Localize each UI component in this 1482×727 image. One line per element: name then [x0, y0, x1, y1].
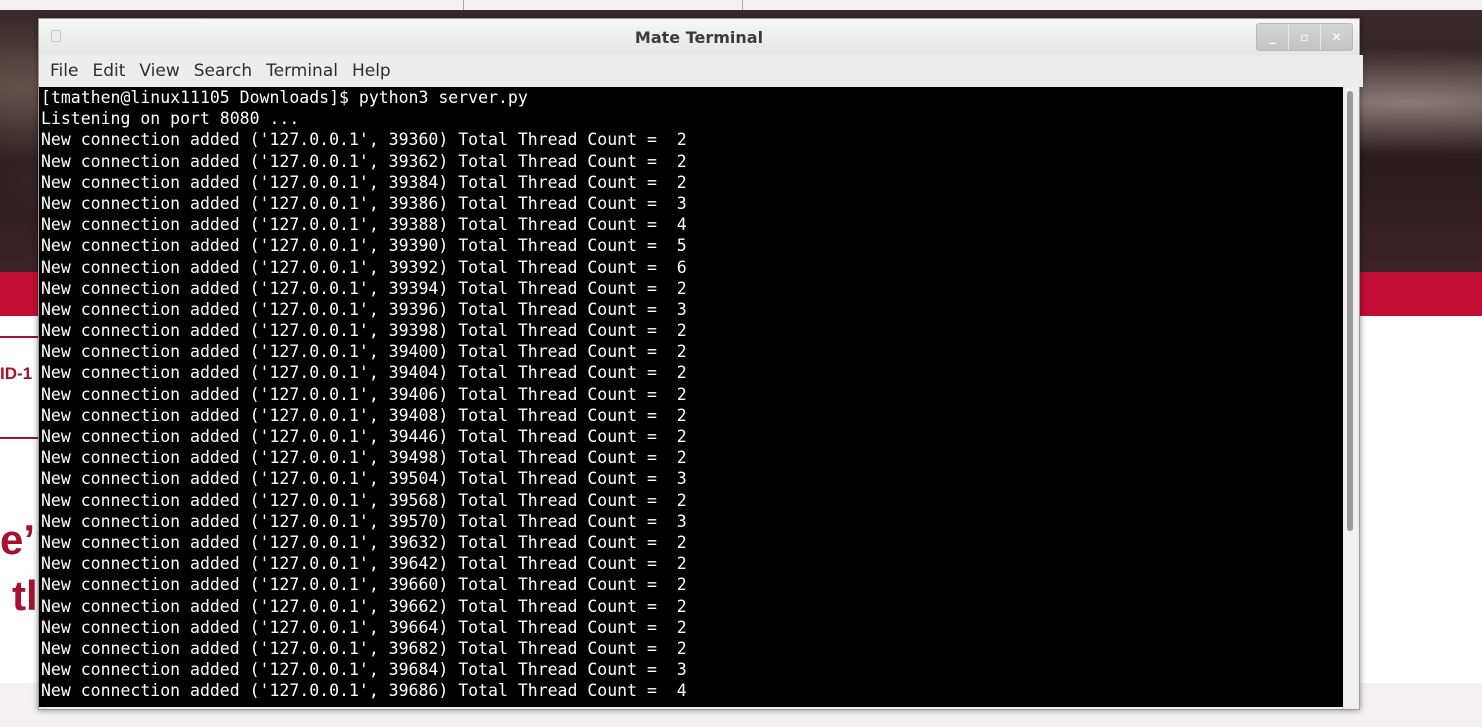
menu-help[interactable]: Help	[345, 55, 398, 87]
terminal-line: New connection added ('127.0.0.1', 39388…	[41, 215, 687, 235]
scrollbar-thumb[interactable]	[1347, 91, 1353, 531]
background-heading-line2: tl	[12, 572, 38, 619]
menu-view[interactable]: View	[132, 55, 186, 87]
terminal-line: New connection added ('127.0.0.1', 39504…	[41, 469, 687, 489]
terminal-line: New connection added ('127.0.0.1', 39386…	[41, 193, 687, 213]
terminal-line: New connection added ('127.0.0.1', 39498…	[41, 448, 687, 468]
close-icon[interactable]: ✕	[1320, 24, 1352, 50]
terminal-line: New connection added ('127.0.0.1', 39392…	[41, 257, 687, 277]
terminal-line: New connection added ('127.0.0.1', 39664…	[41, 617, 687, 637]
menu-search[interactable]: Search	[187, 55, 259, 87]
terminal-line: New connection added ('127.0.0.1', 39568…	[41, 490, 687, 510]
terminal-output: [tmathen@linux11105 Downloads]$ python3 …	[41, 87, 687, 701]
terminal-line: New connection added ('127.0.0.1', 39570…	[41, 511, 687, 531]
terminal-line: New connection added ('127.0.0.1', 39662…	[41, 596, 687, 616]
terminal-line: New connection added ('127.0.0.1', 39384…	[41, 172, 687, 192]
menu-file[interactable]: File	[43, 55, 85, 87]
terminal-output-area[interactable]: [tmathen@linux11105 Downloads]$ python3 …	[39, 87, 1357, 707]
background-divider	[742, 0, 743, 10]
background-top-strip	[0, 0, 1482, 10]
minimize-icon[interactable]: _	[1257, 24, 1288, 50]
terminal-line: New connection added ('127.0.0.1', 39446…	[41, 427, 687, 446]
terminal-line: Listening on port 8080 ...	[41, 109, 300, 129]
terminal-line: New connection added ('127.0.0.1', 39394…	[41, 278, 687, 298]
vertical-scrollbar[interactable]	[1343, 87, 1357, 707]
terminal-line: New connection added ('127.0.0.1', 39408…	[41, 405, 687, 425]
terminal-line: New connection added ('127.0.0.1', 39660…	[41, 575, 687, 595]
menu-bar: File Edit View Search Terminal Help	[39, 55, 1363, 87]
terminal-line: New connection added ('127.0.0.1', 39632…	[41, 532, 687, 552]
terminal-line: New connection added ('127.0.0.1', 39682…	[41, 638, 687, 658]
window-controls: _ ▫ ✕	[1256, 23, 1353, 51]
terminal-line: New connection added ('127.0.0.1', 39396…	[41, 299, 687, 319]
title-bar[interactable]: Mate Terminal _ ▫ ✕	[39, 19, 1359, 55]
terminal-line: New connection added ('127.0.0.1', 39686…	[41, 681, 687, 701]
terminal-window: Mate Terminal _ ▫ ✕ File Edit View Searc…	[38, 18, 1363, 710]
window-title: Mate Terminal	[634, 28, 764, 47]
terminal-line: New connection added ('127.0.0.1', 39362…	[41, 151, 687, 171]
terminal-line: New connection added ('127.0.0.1', 39390…	[41, 236, 687, 256]
maximize-icon[interactable]: ▫	[1288, 24, 1320, 50]
terminal-line: New connection added ('127.0.0.1', 39400…	[41, 342, 687, 362]
terminal-line: New connection added ('127.0.0.1', 39684…	[41, 660, 687, 680]
terminal-line: New connection added ('127.0.0.1', 39360…	[41, 130, 687, 150]
terminal-line: New connection added ('127.0.0.1', 39404…	[41, 363, 687, 383]
background-rule	[0, 437, 40, 439]
terminal-line: New connection added ('127.0.0.1', 39398…	[41, 321, 687, 341]
menu-terminal[interactable]: Terminal	[259, 55, 345, 87]
terminal-line: [tmathen@linux11105 Downloads]$ python3 …	[41, 88, 528, 107]
menu-edit[interactable]: Edit	[85, 55, 132, 87]
background-small-text: ID-1	[0, 364, 33, 383]
background-divider	[463, 0, 464, 10]
terminal-line: New connection added ('127.0.0.1', 39642…	[41, 554, 687, 574]
terminal-line: New connection added ('127.0.0.1', 39406…	[41, 384, 687, 404]
background-rule	[0, 336, 40, 338]
